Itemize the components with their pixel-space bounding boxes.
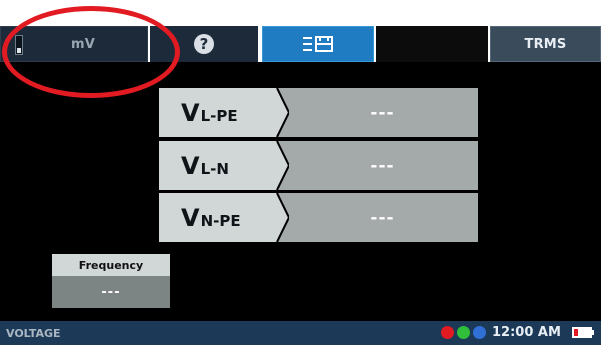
- measurement-subscript: L-PE: [200, 106, 238, 125]
- status-dot-blue: [473, 326, 486, 339]
- measurement-value: ---: [277, 141, 478, 190]
- measurement-subscript: L-N: [200, 159, 229, 178]
- measurement-label: V L-N: [159, 141, 279, 190]
- measurement-label: V L-PE: [159, 88, 279, 137]
- status-dot-green: [457, 326, 470, 339]
- chevron-right-icon: [271, 88, 289, 137]
- clock: 12:00 AM: [492, 325, 561, 340]
- chevron-right-icon: [271, 141, 289, 190]
- menu-save-button[interactable]: [262, 26, 374, 62]
- measurement-label: V N-PE: [159, 193, 279, 242]
- battery-terminal: [592, 330, 594, 335]
- measurement-value: ---: [277, 193, 478, 242]
- trms-label: TRMS: [524, 36, 567, 52]
- mode-label: VOLTAGE: [6, 326, 61, 340]
- frequency-panel[interactable]: Frequency ---: [52, 254, 170, 308]
- battery-level-fill: [574, 329, 578, 336]
- measurement-symbol: V: [181, 98, 200, 127]
- measurement-row-vn-pe[interactable]: V N-PE ---: [159, 193, 478, 242]
- trms-button[interactable]: TRMS: [490, 26, 601, 62]
- measurement-row-vl-pe[interactable]: V L-PE ---: [159, 88, 478, 137]
- menu-save-icon: [303, 36, 333, 52]
- range-button[interactable]: mV: [0, 26, 148, 62]
- status-bar: VOLTAGE 12:00 AM: [0, 321, 601, 345]
- empty-toolbar-slot: [376, 26, 488, 62]
- status-dot-red: [441, 326, 454, 339]
- help-button[interactable]: ?: [150, 26, 258, 62]
- measurement-symbol: V: [181, 203, 200, 232]
- range-label: mV: [70, 36, 95, 52]
- measurement-subscript: N-PE: [200, 211, 241, 230]
- chevron-right-icon: [271, 193, 289, 242]
- measurement-value: ---: [277, 88, 478, 137]
- measurement-symbol: V: [181, 151, 200, 180]
- measurement-row-vl-n[interactable]: V L-N ---: [159, 141, 478, 190]
- range-level-fill: [17, 48, 21, 53]
- top-toolbar: mV ? TRMS: [0, 0, 601, 62]
- status-indicator-dots: [441, 326, 486, 339]
- frequency-value: ---: [52, 276, 170, 308]
- range-level-indicator: [15, 35, 23, 55]
- battery-icon: [572, 327, 592, 338]
- help-icon: ?: [194, 34, 214, 54]
- frequency-label: Frequency: [52, 254, 170, 276]
